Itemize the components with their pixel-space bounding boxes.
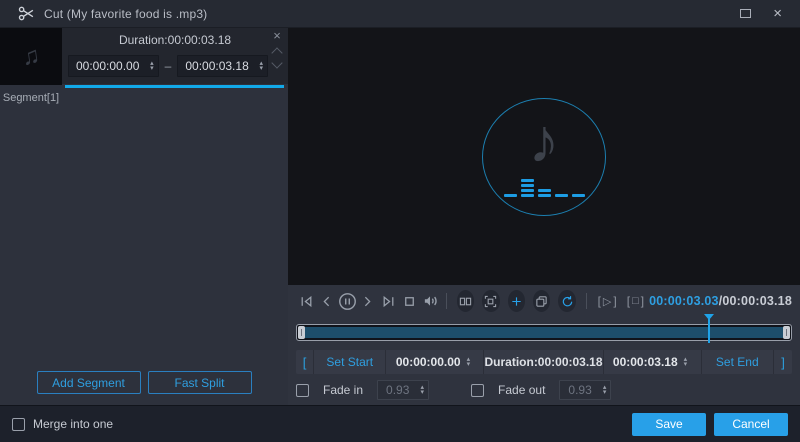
trim-start-handle[interactable] [298, 326, 305, 339]
fade-out-checkbox[interactable] [471, 383, 485, 397]
trim-duration-label: Duration:00:00:03.18 [484, 350, 604, 374]
segment-card: Duration:00:00:03.18 ▴▾ – ▴▾ × [62, 28, 288, 84]
divider [585, 293, 587, 309]
fast-split-button[interactable]: Fast Split [147, 371, 252, 394]
segment-move-down-icon[interactable] [271, 57, 283, 69]
fade-out-spinner[interactable]: ▴ ▾ [599, 384, 611, 396]
fade-out-field[interactable]: 0.93 ▴ ▾ [559, 380, 612, 400]
music-circle-icon: ♪ [482, 97, 606, 216]
timeline-track[interactable] [296, 324, 792, 341]
range-dash: – [164, 59, 172, 73]
fade-in-value: 0.93 [386, 383, 410, 397]
playback-controls: [▷] [□] 00:00:03.03/00:00:03.18 [Set St… [288, 285, 800, 405]
window-title: Cut (My favorite food is .mp3) [44, 6, 208, 21]
segment-delete-icon[interactable]: × [273, 29, 281, 42]
fade-out-value: 0.93 [568, 383, 592, 397]
footer-bar: Merge into one Save Cancel [0, 405, 800, 442]
copy-button[interactable] [532, 290, 551, 312]
skip-to-end-button[interactable] [378, 289, 399, 313]
current-time: 00:00:03.03 [649, 294, 719, 308]
fade-in-spinner[interactable]: ▴ ▾ [417, 384, 429, 396]
save-button[interactable]: Save [632, 412, 706, 436]
segment-end-input[interactable] [178, 59, 256, 73]
trim-end-value: 00:00:03.18 [612, 355, 678, 369]
left-bracket: [ [296, 350, 314, 374]
segment-end-spinner[interactable]: ▴ ▾ [255, 60, 267, 72]
scissors-icon [18, 6, 34, 21]
reset-button[interactable] [558, 290, 576, 312]
fade-in-field[interactable]: 0.93 ▴ ▾ [377, 380, 430, 400]
step-forward-button[interactable] [358, 289, 379, 313]
segment-progress-bar [65, 85, 284, 88]
set-start-button[interactable]: Set Start [314, 350, 387, 374]
skip-to-start-button[interactable] [296, 289, 317, 313]
maximize-icon[interactable] [740, 9, 752, 18]
playhead[interactable] [703, 314, 714, 343]
close-icon[interactable]: × [773, 6, 782, 21]
stop-segment-button[interactable]: [□] [627, 294, 644, 308]
trim-end-field[interactable]: 00:00:03.18 ▴ ▾ [604, 350, 702, 374]
music-note-icon: ♫ [20, 41, 42, 71]
add-segment-button[interactable]: Add Segment [36, 371, 141, 394]
volume-button[interactable] [419, 289, 440, 313]
total-time: /00:00:03.18 [718, 294, 792, 308]
fade-out-label: Fade out [498, 383, 546, 397]
merge-label: Merge into one [33, 417, 114, 431]
stop-button[interactable] [399, 289, 420, 313]
fade-in-label: Fade in [323, 383, 364, 397]
segment-duration-label: Duration:00:00:03.18 [118, 33, 232, 47]
trim-end-spinner[interactable]: ▴ ▾ [680, 356, 692, 368]
cancel-button[interactable]: Cancel [714, 412, 788, 436]
right-bracket: ] [781, 354, 785, 370]
cut-dialog: Cut (My favorite food is .mp3) × ♫ Durat… [0, 0, 800, 442]
trim-start-field[interactable]: 00:00:00.00 ▴ ▾ [386, 350, 485, 374]
divider [445, 293, 447, 309]
audio-preview: ♪ [288, 28, 800, 285]
titlebar: Cut (My favorite food is .mp3) × [0, 0, 800, 28]
fade-in-checkbox[interactable] [296, 383, 309, 397]
step-back-button[interactable] [317, 289, 338, 313]
segment-start-field[interactable]: ▴▾ [68, 55, 159, 77]
segment-thumbnail[interactable]: ♫ [0, 28, 62, 85]
time-display: 00:00:03.03/00:00:03.18 [649, 294, 792, 308]
trim-start-value: 00:00:00.00 [395, 355, 461, 369]
timeline[interactable] [296, 314, 792, 348]
eighth-note-icon: ♪ [528, 106, 560, 176]
segment-label: Segment[1] [2, 92, 60, 104]
trim-start-spinner[interactable]: ▴ ▾ [463, 356, 475, 368]
segment-start-spinner[interactable]: ▴ ▾ [146, 60, 158, 72]
merge-into-one[interactable]: Merge into one [12, 417, 113, 431]
add-button[interactable] [507, 290, 525, 312]
split-button[interactable] [456, 290, 475, 312]
segment-start-input[interactable] [69, 59, 147, 73]
equalizer-bars-icon [483, 175, 605, 197]
trim-end-handle[interactable] [783, 326, 790, 339]
set-end-button[interactable]: Set End [702, 350, 775, 374]
play-segment-button[interactable]: [▷] [598, 294, 617, 308]
snapshot-button[interactable] [482, 290, 500, 312]
segment-end-field[interactable]: ▴▾ [177, 55, 268, 77]
pause-button[interactable] [337, 289, 358, 313]
preview-panel: ♪ [▷] [□] 00:00:03.03/00:00:03.18 [… [288, 28, 800, 405]
trim-bar: [ Set Start 00:00:00.00 ▴ ▾ Duration:00:0… [296, 350, 792, 374]
merge-checkbox[interactable] [12, 417, 25, 431]
segment-panel: ♫ Duration:00:00:03.18 ▴▾ – ▴▾ [0, 28, 288, 405]
timeline-selection [303, 327, 785, 338]
